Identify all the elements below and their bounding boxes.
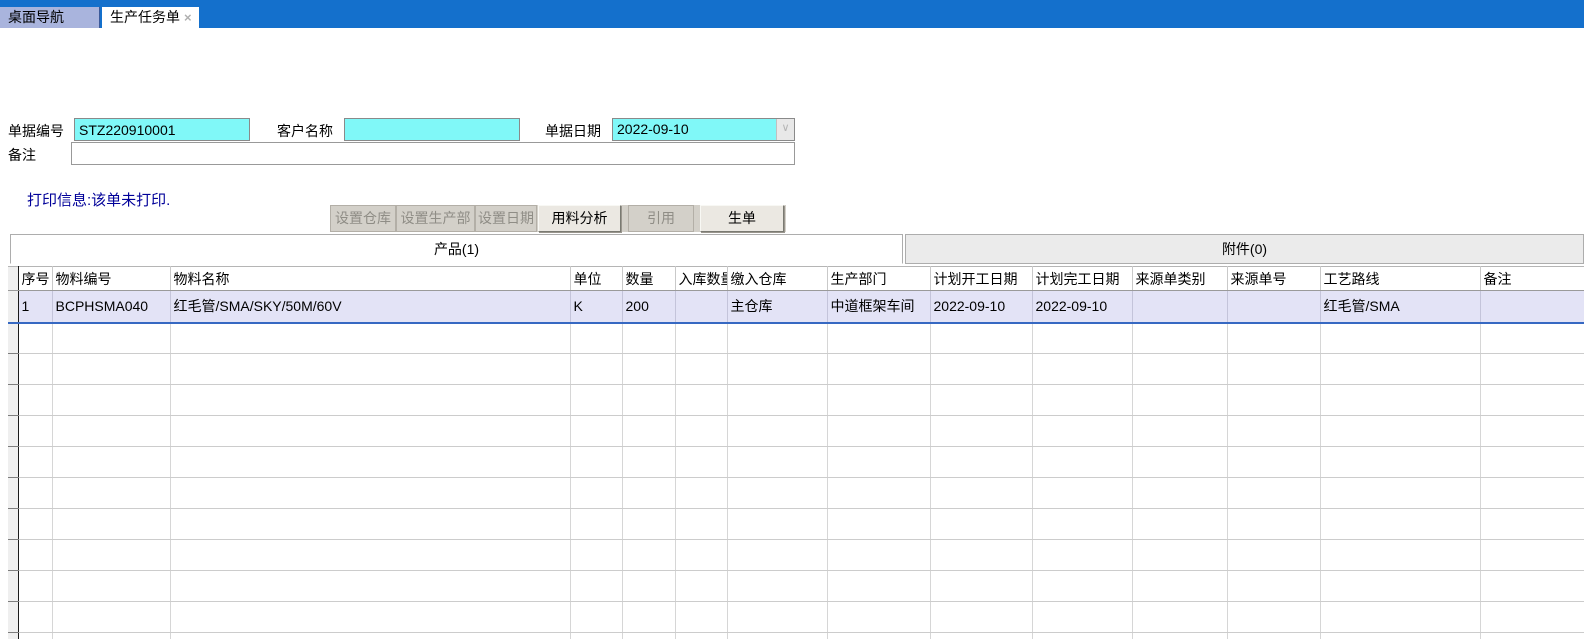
doc-no-input[interactable]	[74, 118, 250, 141]
tab-attachments[interactable]: 附件(0)	[905, 234, 1584, 264]
cell-plan-finish-date[interactable]: 2022-09-10	[1032, 290, 1133, 324]
col-unit: 单位	[570, 266, 623, 291]
cell-seq[interactable]: 1	[18, 290, 53, 324]
print-status-text: 打印信息:该单未打印.	[27, 192, 171, 209]
doc-no-label: 单据编号	[8, 123, 64, 139]
table-row-empty	[8, 601, 1584, 633]
row-indicator	[8, 384, 19, 416]
row-indicator	[8, 508, 19, 540]
row-indicator	[8, 446, 19, 478]
col-source-order-type: 来源单类别	[1132, 266, 1228, 291]
row-indicator	[8, 601, 19, 633]
date-label: 单据日期	[545, 123, 601, 139]
table-row-empty	[8, 446, 1584, 478]
row-indicator-header	[8, 266, 19, 291]
set-date-button: 设置日期	[475, 205, 537, 232]
toolbar: 设置仓库 设置生产部 设置日期 用料分析 引用 生单	[330, 205, 786, 232]
material-analysis-button[interactable]: 用料分析	[538, 205, 621, 232]
col-inbound-qty: 入库数量	[675, 266, 728, 291]
cell-source-order-type[interactable]	[1132, 290, 1228, 324]
row-indicator	[8, 477, 19, 509]
table-row-empty	[8, 508, 1584, 540]
col-source-order-no: 来源单号	[1227, 266, 1321, 291]
tab-products[interactable]: 产品(1)	[10, 234, 903, 264]
cell-production-dept[interactable]: 中道框架车间	[827, 290, 931, 324]
col-deliver-warehouse: 缴入仓库	[727, 266, 828, 291]
generate-order-button[interactable]: 生单	[700, 205, 784, 232]
remark-label: 备注	[8, 147, 36, 163]
col-process-route: 工艺路线	[1320, 266, 1481, 291]
col-seq: 序号	[18, 266, 53, 291]
table-row-empty	[8, 539, 1584, 571]
cell-process-route[interactable]: 红毛管/SMA	[1320, 290, 1481, 324]
row-indicator	[8, 353, 19, 385]
cell-plan-start-date[interactable]: 2022-09-10	[930, 290, 1033, 324]
row-indicator	[8, 415, 19, 447]
set-production-dept-button: 设置生产部	[396, 205, 475, 232]
row-indicator	[8, 322, 19, 354]
window-tabbar: 桌面导航 生产任务单 ×	[0, 0, 1584, 28]
row-indicator	[8, 539, 19, 571]
table-row-empty	[8, 570, 1584, 602]
close-icon[interactable]: ×	[184, 7, 192, 28]
cell-material-name[interactable]: 红毛管/SMA/SKY/50M/60V	[170, 290, 571, 324]
cell-deliver-warehouse[interactable]: 主仓库	[727, 290, 828, 324]
col-production-dept: 生产部门	[827, 266, 931, 291]
col-remark: 备注	[1480, 266, 1584, 291]
customer-input[interactable]	[344, 118, 520, 141]
col-material-code: 物料编号	[52, 266, 171, 291]
reference-button: 引用	[628, 205, 694, 232]
date-value: 2022-09-10	[617, 121, 689, 137]
set-warehouse-button: 设置仓库	[330, 205, 396, 232]
col-plan-finish-date: 计划完工日期	[1032, 266, 1133, 291]
production-task-order-screen: 桌面导航 生产任务单× 单据编号 客户名称 单据日期 2022-09-10 ∨ …	[0, 0, 1584, 639]
chevron-down-icon[interactable]: ∨	[776, 119, 794, 140]
table-row-empty	[8, 384, 1584, 416]
col-material-name: 物料名称	[170, 266, 571, 291]
detail-grid: 序号 物料编号 物料名称 单位 数量 入库数量 缴入仓库 生产部门 计划开工日期…	[8, 266, 1584, 639]
header-row: 序号 物料编号 物料名称 单位 数量 入库数量 缴入仓库 生产部门 计划开工日期…	[8, 266, 1584, 291]
col-qty: 数量	[622, 266, 676, 291]
grid-body: 1 BCPHSMA040 红毛管/SMA/SKY/50M/60V K 200 主…	[8, 290, 1584, 639]
tab-label: 生产任务单	[110, 9, 180, 25]
cell-inbound-qty[interactable]	[675, 290, 728, 324]
cell-unit[interactable]: K	[570, 290, 623, 324]
tab-production-task-order[interactable]: 生产任务单 ×	[102, 7, 199, 28]
tab-desktop-navigation[interactable]: 桌面导航	[0, 7, 100, 28]
table-row-empty	[8, 477, 1584, 509]
table-row-empty	[8, 353, 1584, 385]
customer-label: 客户名称	[277, 123, 333, 139]
tab-label: 桌面导航	[8, 9, 64, 25]
cell-remark[interactable]	[1480, 290, 1584, 324]
table-row-empty	[8, 415, 1584, 447]
col-plan-start-date: 计划开工日期	[930, 266, 1033, 291]
table-row-empty	[8, 632, 1584, 639]
row-indicator	[8, 570, 19, 602]
date-combobox[interactable]: 2022-09-10 ∨	[612, 118, 795, 141]
table-row-selected[interactable]: 1 BCPHSMA040 红毛管/SMA/SKY/50M/60V K 200 主…	[8, 290, 1584, 324]
remark-input[interactable]	[71, 142, 795, 165]
row-indicator	[8, 290, 19, 324]
cell-material-code[interactable]: BCPHSMA040	[52, 290, 171, 324]
cell-qty[interactable]: 200	[622, 290, 676, 324]
cell-source-order-no[interactable]	[1227, 290, 1321, 324]
row-indicator	[8, 632, 19, 639]
table-row-empty	[8, 322, 1584, 354]
